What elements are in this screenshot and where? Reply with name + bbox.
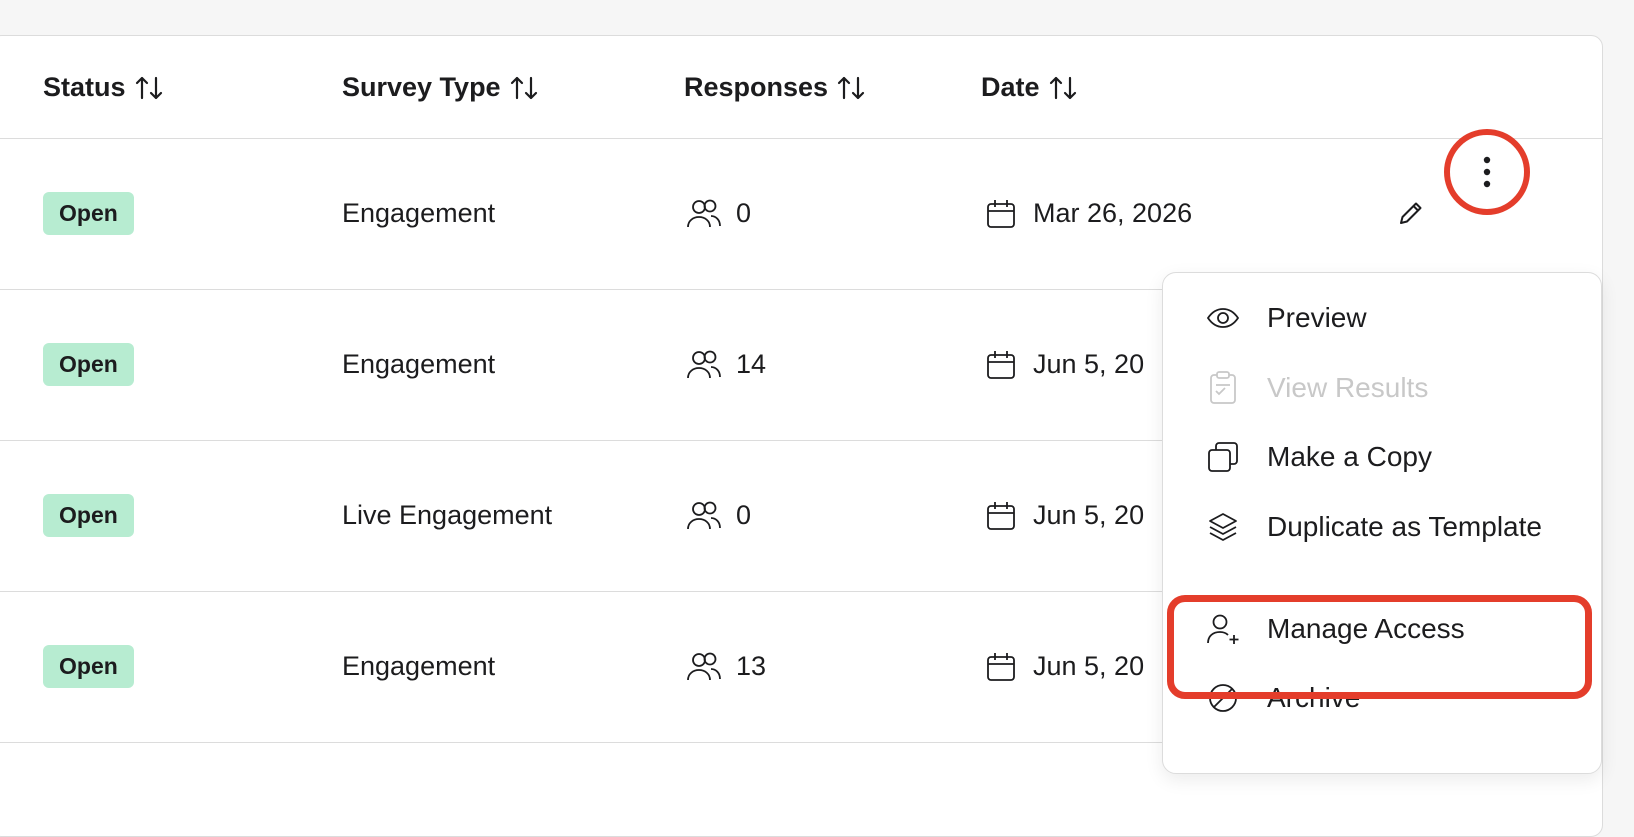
clipboard-check-icon [1203, 368, 1243, 408]
calendar-icon [981, 496, 1021, 536]
menu-item-label: Preview [1267, 302, 1367, 333]
survey-type-header-label: Survey Type [342, 72, 501, 102]
menu-item-view-results[interactable]: View Results [1203, 368, 1428, 408]
date-header-label: Date [981, 72, 1040, 102]
sort-icon [1049, 76, 1076, 99]
date-column-header[interactable]: Date [981, 72, 1078, 103]
table-header: Status Survey Type Responses Date [0, 36, 1602, 139]
users-icon [684, 345, 724, 385]
pencil-icon [1400, 202, 1422, 224]
responses-count: 14 [736, 349, 767, 379]
users-icon [684, 647, 724, 687]
responses-header-label: Responses [684, 72, 829, 102]
survey-type-cell: Engagement [342, 198, 496, 228]
status-badge: Open [43, 192, 134, 235]
more-vertical-icon [1483, 156, 1491, 188]
date-value: Jun 5, 20 [1033, 651, 1145, 681]
layers-icon [1203, 507, 1243, 547]
copy-icon [1203, 437, 1243, 477]
survey-type-cell: Live Engagement [342, 500, 553, 530]
sort-icon [135, 76, 162, 99]
status-badge: Open [43, 494, 134, 537]
eye-icon [1203, 298, 1243, 338]
menu-item-label: Make a Copy [1267, 441, 1432, 472]
status-badge: Open [43, 343, 134, 386]
menu-item-label: Duplicate as Template [1267, 511, 1542, 542]
edit-button[interactable] [1393, 195, 1429, 231]
date-value: Mar 26, 2026 [1033, 198, 1193, 228]
menu-item-make-a-copy[interactable]: Make a Copy [1203, 437, 1432, 477]
survey-type-column-header[interactable]: Survey Type [342, 72, 539, 103]
sort-icon [510, 76, 537, 99]
responses-count: 13 [736, 651, 767, 681]
date-value: Jun 5, 20 [1033, 500, 1145, 530]
users-icon [684, 496, 724, 536]
status-badge: Open [43, 645, 134, 688]
menu-item-duplicate-as-template[interactable]: Duplicate as Template [1203, 507, 1542, 547]
more-actions-button[interactable] [1444, 129, 1530, 215]
survey-type-cell: Engagement [342, 349, 496, 379]
users-icon [684, 194, 724, 234]
menu-item-label: View Results [1267, 372, 1429, 403]
table-row[interactable]: Open Engagement 0 Mar 26, 2026 [0, 138, 1602, 290]
responses-count: 0 [736, 198, 752, 228]
calendar-icon [981, 647, 1021, 687]
status-header-label: Status [43, 72, 126, 102]
status-column-header[interactable]: Status [43, 72, 164, 103]
manage-access-highlight [1167, 595, 1592, 699]
sort-icon [837, 76, 865, 99]
responses-count: 0 [736, 500, 752, 530]
calendar-icon [981, 345, 1021, 385]
date-value: Jun 5, 20 [1033, 349, 1145, 379]
calendar-icon [981, 194, 1021, 234]
menu-item-preview[interactable]: Preview [1203, 298, 1367, 338]
survey-type-cell: Engagement [342, 651, 496, 681]
responses-column-header[interactable]: Responses [684, 72, 866, 103]
